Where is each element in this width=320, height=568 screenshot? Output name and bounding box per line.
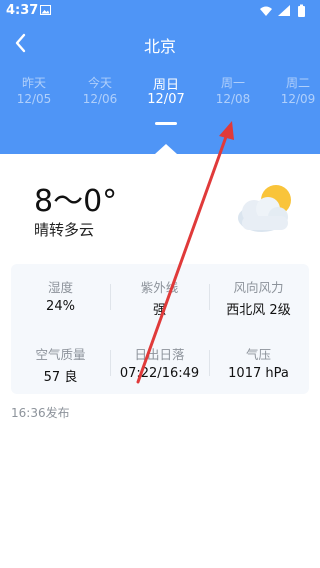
day-date: 12/09 bbox=[280, 92, 316, 106]
wind-label: 风向风力 bbox=[233, 280, 284, 295]
weather-condition: 晴转多云 bbox=[34, 221, 95, 239]
temperature-range: 8～0° bbox=[34, 184, 118, 219]
header-notch bbox=[155, 144, 177, 154]
pressure-value: 1017 hPa bbox=[228, 366, 289, 381]
day-tab-monday[interactable]: 周一 12/08 bbox=[203, 74, 263, 106]
publish-time: 16:36发布 bbox=[11, 406, 70, 420]
sunrise-sunset-cell: 日出日落 07:22/16:49 bbox=[110, 344, 209, 381]
wind-cell: 风向风力 西北风 2级 bbox=[209, 277, 308, 318]
uv-cell: 紫外线 强 bbox=[110, 277, 209, 318]
pressure-cell: 气压 1017 hPa bbox=[209, 344, 308, 381]
day-name: 昨天 bbox=[21, 76, 46, 90]
status-bar: 4:37 bbox=[0, 0, 320, 22]
day-tab-yesterday[interactable]: 昨天 12/05 bbox=[4, 74, 64, 106]
title-bar: 北京 bbox=[0, 26, 320, 60]
header: 4:37 北京 昨天 12/05 今天 12/06 周日 12/07 周一 12… bbox=[0, 0, 320, 154]
day-date: 12/06 bbox=[82, 92, 118, 106]
signal-icon bbox=[278, 5, 290, 16]
wind-value: 西北风 2级 bbox=[226, 303, 291, 318]
air-quality-cell: 空气质量 57 良 bbox=[11, 344, 110, 385]
humidity-value: 24% bbox=[46, 299, 75, 314]
image-notification-icon bbox=[40, 5, 51, 15]
sunrise-sunset-label: 日出日落 bbox=[134, 347, 185, 362]
battery-icon bbox=[298, 4, 305, 17]
status-icons bbox=[260, 4, 305, 17]
wifi-icon bbox=[260, 6, 272, 16]
day-tab-tuesday[interactable]: 周二 12/09 bbox=[268, 74, 320, 106]
day-date: 12/08 bbox=[215, 92, 251, 106]
selected-day-indicator bbox=[155, 122, 177, 125]
city-title: 北京 bbox=[143, 37, 176, 56]
day-tab-selected[interactable]: 周日 12/07 bbox=[136, 74, 196, 107]
day-date: 12/07 bbox=[147, 92, 185, 107]
humidity-cell: 湿度 24% bbox=[11, 277, 110, 314]
status-time: 4:37 bbox=[6, 3, 39, 18]
air-quality-label: 空气质量 bbox=[35, 347, 86, 362]
uv-value: 强 bbox=[152, 303, 166, 318]
sunrise-sunset-value: 07:22/16:49 bbox=[119, 366, 200, 381]
pressure-label: 气压 bbox=[245, 347, 271, 362]
day-tab-today[interactable]: 今天 12/06 bbox=[70, 74, 130, 106]
uv-label: 紫外线 bbox=[140, 280, 179, 295]
day-name: 今天 bbox=[87, 76, 112, 90]
day-date: 12/05 bbox=[16, 92, 52, 106]
day-name: 周一 bbox=[220, 76, 245, 90]
day-name: 周二 bbox=[285, 76, 310, 90]
air-quality-value: 57 良 bbox=[43, 370, 78, 385]
weather-details-card: 湿度 24% 紫外线 强 风向风力 西北风 2级 空气质量 57 良 日出日落 … bbox=[11, 264, 309, 394]
partly-cloudy-icon bbox=[238, 185, 291, 232]
day-name: 周日 bbox=[152, 78, 179, 93]
humidity-label: 湿度 bbox=[47, 280, 73, 295]
